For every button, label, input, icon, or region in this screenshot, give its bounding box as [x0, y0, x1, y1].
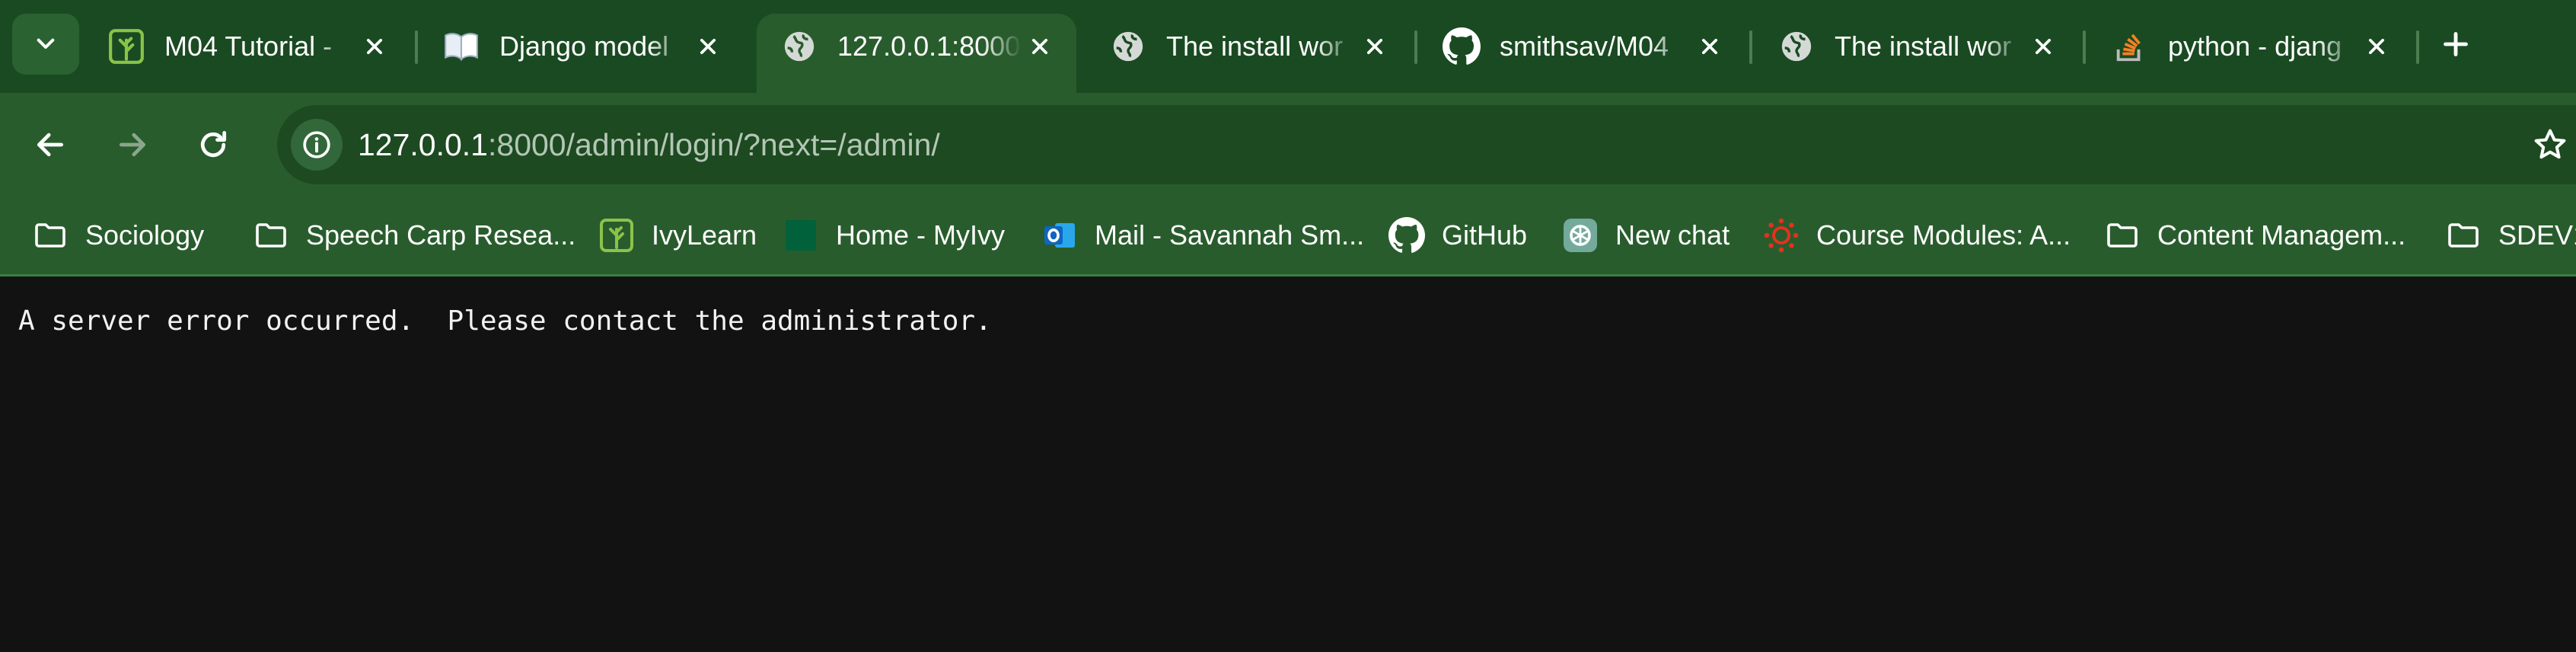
close-icon[interactable] [2025, 28, 2061, 65]
github-icon [1387, 216, 1427, 255]
tab-install-worked-1[interactable]: The install wor [1086, 14, 1411, 79]
tab-title: M04 Tutorial - [164, 30, 333, 62]
bookmark-home-myivy[interactable]: Home - MyIvy [781, 197, 1005, 274]
ivylearn-icon [597, 216, 636, 255]
myivy-icon [781, 216, 821, 255]
address-bar[interactable]: 127.0.0.1:8000/admin/login/?next=/admin/ [277, 105, 2576, 184]
tab-localhost[interactable]: 127.0.0.1:8000 [757, 14, 1076, 93]
plus-icon [2444, 32, 2468, 56]
close-icon[interactable] [2358, 28, 2395, 65]
ivylearn-icon [107, 27, 146, 66]
folder-icon [30, 216, 70, 255]
stackoverflow-icon [2110, 27, 2150, 66]
bookmark-label: Mail - Savannah Sm... [1095, 219, 1365, 251]
bookmark-content-management[interactable]: Content Managem... [2103, 197, 2405, 274]
bookmark-label: New chat [1615, 219, 1730, 251]
outlook-icon [1040, 216, 1079, 255]
url-text[interactable]: 127.0.0.1:8000/admin/login/?next=/admin/ [358, 105, 940, 184]
server-error-message: A server error occurred. Please contact … [18, 305, 992, 337]
bookmark-speech-carp[interactable]: Speech Carp Resea... [251, 197, 575, 274]
bookmark-course-modules[interactable]: Course Modules: A... [1761, 197, 2071, 274]
tab-title: python - djang [2168, 30, 2342, 62]
bookmark-mail[interactable]: Mail - Savannah Sm... [1040, 197, 1364, 274]
reload-button[interactable] [187, 119, 239, 171]
bookmark-sociology[interactable]: Sociology [30, 197, 204, 274]
tab-github-repo[interactable]: smithsav/M04 [1419, 14, 1746, 79]
arrow-left-icon [37, 133, 64, 157]
close-icon[interactable] [1691, 28, 1728, 65]
tab-title: The install wor [1835, 30, 2012, 62]
tab-stackoverflow[interactable]: python - djang [2087, 14, 2413, 79]
globe-icon [1108, 27, 1148, 66]
page-content: A server error occurred. Please contact … [0, 276, 2576, 652]
tab-separator [1414, 30, 1417, 64]
chevron-down-icon [37, 38, 55, 49]
globe-icon [779, 27, 819, 66]
site-info-button[interactable] [291, 119, 343, 171]
tab-title: The install wor [1166, 30, 1344, 62]
chatgpt-icon [1561, 216, 1600, 255]
tab-separator [2083, 30, 2086, 64]
back-button[interactable] [24, 119, 76, 171]
bookmark-github[interactable]: GitHub [1387, 197, 1527, 274]
tab-install-worked-2[interactable]: The install wor [1754, 14, 2080, 79]
folder-icon [251, 216, 291, 255]
tab-separator [1749, 30, 1752, 64]
close-icon[interactable] [1357, 28, 1393, 65]
url-host: 127.0.0.1 [358, 127, 488, 162]
tab-title: Django model [499, 30, 669, 62]
bookmark-star-button[interactable] [2524, 119, 2576, 171]
bookmark-ivylearn[interactable]: IvyLearn [597, 197, 757, 274]
tab-title: 127.0.0.1:8000 [837, 30, 1021, 62]
browser-toolbar: 127.0.0.1:8000/admin/login/?next=/admin/ [0, 93, 2576, 197]
tab-separator [2416, 30, 2419, 64]
url-path: :8000/admin/login/?next=/admin/ [488, 127, 940, 162]
star-icon [2534, 129, 2566, 159]
info-icon [303, 131, 330, 158]
close-icon[interactable] [1022, 28, 1058, 65]
bookmark-label: Course Modules: A... [1816, 219, 2071, 251]
tab-strip: M04 Tutorial - Django model 127.0.0.1:80… [0, 0, 2576, 93]
bookmark-label: SDEV1 [2498, 219, 2576, 251]
forward-button[interactable] [107, 119, 158, 171]
bookmark-label: IvyLearn [652, 219, 757, 251]
folder-icon [2103, 216, 2142, 255]
tab-django-model[interactable]: Django model [419, 14, 744, 79]
folder-icon [2444, 216, 2483, 255]
close-icon[interactable] [356, 28, 393, 65]
bookmark-label: Home - MyIvy [836, 219, 1006, 251]
book-icon [442, 27, 481, 66]
arrow-right-icon [119, 133, 146, 157]
new-tab-button[interactable] [2431, 20, 2480, 69]
tab-title: smithsav/M04 [1500, 30, 1669, 62]
tab-m04-tutorial[interactable]: M04 Tutorial - [84, 14, 411, 79]
close-icon[interactable] [690, 28, 726, 65]
bookmarks-bar: Sociology Speech Carp Resea... IvyLearn … [0, 197, 2576, 276]
canvas-icon [1761, 216, 1801, 255]
reload-icon [200, 131, 227, 158]
bookmark-sdev[interactable]: SDEV1 [2444, 197, 2576, 274]
bookmark-label: Speech Carp Resea... [306, 219, 576, 251]
bookmark-new-chat[interactable]: New chat [1561, 197, 1730, 274]
github-icon [1442, 27, 1481, 66]
bookmark-label: Sociology [85, 219, 205, 251]
bookmark-label: GitHub [1442, 219, 1528, 251]
tab-separator [415, 30, 418, 64]
tab-search-button[interactable] [12, 14, 79, 75]
bookmark-label: Content Managem... [2157, 219, 2406, 251]
globe-icon [1777, 27, 1816, 66]
